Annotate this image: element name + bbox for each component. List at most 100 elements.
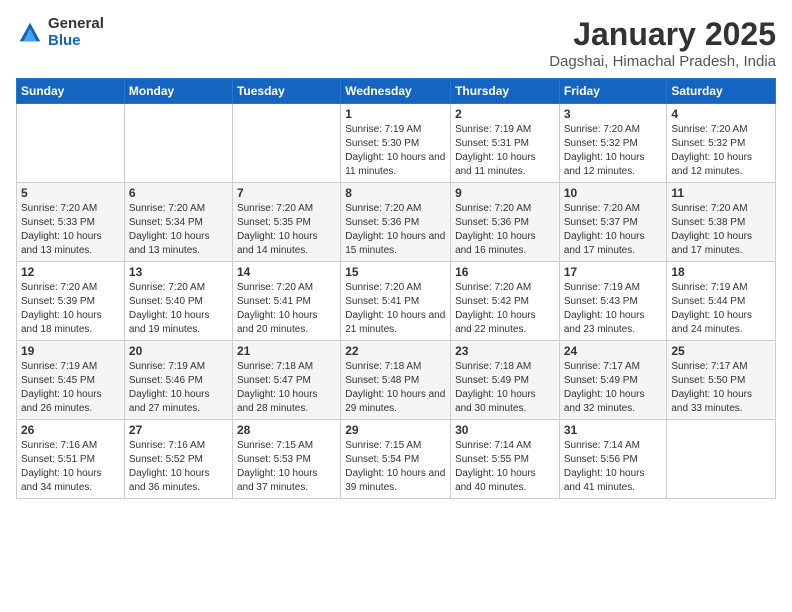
calendar-cell: 19 Sunrise: 7:19 AM Sunset: 5:45 PM Dayli…: [17, 341, 125, 420]
logo-blue-label: Blue: [48, 33, 104, 50]
calendar-week-4: 19 Sunrise: 7:19 AM Sunset: 5:45 PM Dayli…: [17, 341, 776, 420]
calendar-week-3: 12Sunrise: 7:20 AM Sunset: 5:39 PM Dayli…: [17, 262, 776, 341]
calendar-cell: 29 Sunrise: 7:15 AM Sunset: 5:54 PM Dayli…: [341, 420, 451, 499]
calendar-cell: 22Sunrise: 7:18 AM Sunset: 5:48 PM Dayli…: [341, 341, 451, 420]
day-info: Sunrise: 7:18 AM Sunset: 5:47 PM Dayligh…: [237, 360, 336, 416]
calendar-cell: 25 Sunrise: 7:17 AM Sunset: 5:50 PM Dayli…: [667, 341, 776, 420]
weekday-header-sunday: Sunday: [17, 79, 125, 104]
calendar-cell: 9 Sunrise: 7:20 AM Sunset: 5:36 PM Daylig…: [451, 183, 560, 262]
day-number: 4: [671, 107, 771, 121]
day-number: 23: [455, 344, 555, 358]
day-number: 6: [129, 186, 228, 200]
day-info: Sunrise: 7:20 AM Sunset: 5:34 PM Dayligh…: [129, 202, 228, 258]
day-number: 31: [564, 423, 663, 437]
calendar-cell: 24 Sunrise: 7:17 AM Sunset: 5:49 PM Dayli…: [559, 341, 667, 420]
day-number: 16: [455, 265, 555, 279]
day-info: Sunrise: 7:14 AM Sunset: 5:55 PM Dayligh…: [455, 439, 555, 495]
day-number: 10: [564, 186, 663, 200]
day-number: 1: [345, 107, 446, 121]
calendar-cell: 6 Sunrise: 7:20 AM Sunset: 5:34 PM Daylig…: [124, 183, 232, 262]
day-number: 5: [21, 186, 120, 200]
day-info: Sunrise: 7:19 AM Sunset: 5:45 PM Dayligh…: [21, 360, 120, 416]
calendar-cell: 26Sunrise: 7:16 AM Sunset: 5:51 PM Dayli…: [17, 420, 125, 499]
calendar-cell: 8 Sunrise: 7:20 AM Sunset: 5:36 PM Daylig…: [341, 183, 451, 262]
day-number: 11: [671, 186, 771, 200]
day-info: Sunrise: 7:20 AM Sunset: 5:36 PM Dayligh…: [345, 202, 446, 258]
weekday-header-thursday: Thursday: [451, 79, 560, 104]
calendar-cell: 2 Sunrise: 7:19 AM Sunset: 5:31 PM Daylig…: [451, 104, 560, 183]
calendar-cell: 17 Sunrise: 7:19 AM Sunset: 5:43 PM Dayli…: [559, 262, 667, 341]
day-info: Sunrise: 7:15 AM Sunset: 5:53 PM Dayligh…: [237, 439, 336, 495]
weekday-header-friday: Friday: [559, 79, 667, 104]
calendar-cell: 31Sunrise: 7:14 AM Sunset: 5:56 PM Dayli…: [559, 420, 667, 499]
day-number: 8: [345, 186, 446, 200]
day-info: Sunrise: 7:20 AM Sunset: 5:32 PM Dayligh…: [671, 123, 771, 179]
calendar-body: 1 Sunrise: 7:19 AM Sunset: 5:30 PM Daylig…: [17, 104, 776, 499]
logo-icon: [16, 19, 44, 47]
day-info: Sunrise: 7:20 AM Sunset: 5:33 PM Dayligh…: [21, 202, 120, 258]
weekday-header-saturday: Saturday: [667, 79, 776, 104]
day-info: Sunrise: 7:19 AM Sunset: 5:43 PM Dayligh…: [564, 281, 663, 337]
calendar-cell: 27 Sunrise: 7:16 AM Sunset: 5:52 PM Dayli…: [124, 420, 232, 499]
day-info: Sunrise: 7:17 AM Sunset: 5:49 PM Dayligh…: [564, 360, 663, 416]
weekday-header-row: SundayMondayTuesdayWednesdayThursdayFrid…: [17, 79, 776, 104]
day-info: Sunrise: 7:15 AM Sunset: 5:54 PM Dayligh…: [345, 439, 446, 495]
day-info: Sunrise: 7:17 AM Sunset: 5:50 PM Dayligh…: [671, 360, 771, 416]
day-info: Sunrise: 7:19 AM Sunset: 5:31 PM Dayligh…: [455, 123, 555, 179]
calendar-cell: 20 Sunrise: 7:19 AM Sunset: 5:46 PM Dayli…: [124, 341, 232, 420]
day-number: 7: [237, 186, 336, 200]
weekday-header-wednesday: Wednesday: [341, 79, 451, 104]
day-number: 26: [21, 423, 120, 437]
calendar-cell: 4 Sunrise: 7:20 AM Sunset: 5:32 PM Daylig…: [667, 104, 776, 183]
day-info: Sunrise: 7:20 AM Sunset: 5:37 PM Dayligh…: [564, 202, 663, 258]
day-info: Sunrise: 7:19 AM Sunset: 5:44 PM Dayligh…: [671, 281, 771, 337]
calendar-cell: 10 Sunrise: 7:20 AM Sunset: 5:37 PM Dayli…: [559, 183, 667, 262]
calendar-cell: 30Sunrise: 7:14 AM Sunset: 5:55 PM Dayli…: [451, 420, 560, 499]
day-info: Sunrise: 7:20 AM Sunset: 5:36 PM Dayligh…: [455, 202, 555, 258]
calendar-cell: 14Sunrise: 7:20 AM Sunset: 5:41 PM Dayli…: [232, 262, 340, 341]
logo: General Blue: [16, 16, 104, 49]
weekday-header-tuesday: Tuesday: [232, 79, 340, 104]
day-info: Sunrise: 7:20 AM Sunset: 5:32 PM Dayligh…: [564, 123, 663, 179]
calendar-cell: 3 Sunrise: 7:20 AM Sunset: 5:32 PM Daylig…: [559, 104, 667, 183]
day-info: Sunrise: 7:20 AM Sunset: 5:40 PM Dayligh…: [129, 281, 228, 337]
day-number: 19: [21, 344, 120, 358]
calendar-header: SundayMondayTuesdayWednesdayThursdayFrid…: [17, 79, 776, 104]
calendar-cell: 21 Sunrise: 7:18 AM Sunset: 5:47 PM Dayli…: [232, 341, 340, 420]
day-info: Sunrise: 7:16 AM Sunset: 5:52 PM Dayligh…: [129, 439, 228, 495]
day-number: 12: [21, 265, 120, 279]
calendar-title: January 2025: [549, 16, 776, 53]
day-info: Sunrise: 7:20 AM Sunset: 5:41 PM Dayligh…: [345, 281, 446, 337]
day-info: Sunrise: 7:19 AM Sunset: 5:30 PM Dayligh…: [345, 123, 446, 179]
logo-text: General Blue: [48, 16, 104, 49]
calendar-cell: 12Sunrise: 7:20 AM Sunset: 5:39 PM Dayli…: [17, 262, 125, 341]
title-block: January 2025 Dagshai, Himachal Pradesh, …: [549, 16, 776, 70]
day-info: Sunrise: 7:20 AM Sunset: 5:38 PM Dayligh…: [671, 202, 771, 258]
day-number: 29: [345, 423, 446, 437]
day-number: 3: [564, 107, 663, 121]
calendar-cell: [232, 104, 340, 183]
calendar-cell: 7Sunrise: 7:20 AM Sunset: 5:35 PM Daylig…: [232, 183, 340, 262]
day-number: 9: [455, 186, 555, 200]
day-info: Sunrise: 7:19 AM Sunset: 5:46 PM Dayligh…: [129, 360, 228, 416]
day-number: 28: [237, 423, 336, 437]
day-number: 2: [455, 107, 555, 121]
calendar-cell: 1 Sunrise: 7:19 AM Sunset: 5:30 PM Daylig…: [341, 104, 451, 183]
calendar-cell: 18Sunrise: 7:19 AM Sunset: 5:44 PM Dayli…: [667, 262, 776, 341]
weekday-header-monday: Monday: [124, 79, 232, 104]
calendar-location: Dagshai, Himachal Pradesh, India: [549, 53, 776, 70]
calendar-cell: 28 Sunrise: 7:15 AM Sunset: 5:53 PM Dayli…: [232, 420, 340, 499]
calendar-week-5: 26Sunrise: 7:16 AM Sunset: 5:51 PM Dayli…: [17, 420, 776, 499]
day-number: 24: [564, 344, 663, 358]
day-number: 20: [129, 344, 228, 358]
calendar-cell: 23Sunrise: 7:18 AM Sunset: 5:49 PM Dayli…: [451, 341, 560, 420]
day-number: 25: [671, 344, 771, 358]
day-number: 17: [564, 265, 663, 279]
day-number: 21: [237, 344, 336, 358]
day-number: 27: [129, 423, 228, 437]
calendar-cell: 5 Sunrise: 7:20 AM Sunset: 5:33 PM Daylig…: [17, 183, 125, 262]
calendar-table: SundayMondayTuesdayWednesdayThursdayFrid…: [16, 78, 776, 499]
calendar-week-1: 1 Sunrise: 7:19 AM Sunset: 5:30 PM Daylig…: [17, 104, 776, 183]
logo-general-label: General: [48, 16, 104, 33]
calendar-cell: [124, 104, 232, 183]
